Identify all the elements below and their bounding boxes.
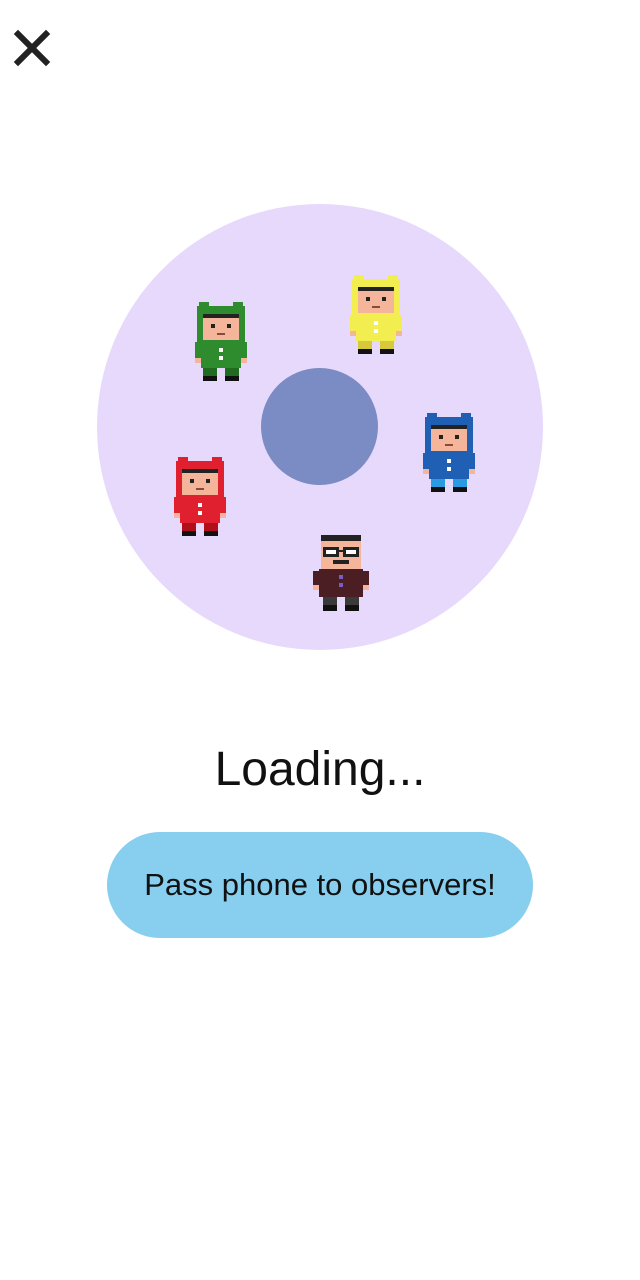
close-button[interactable]: [8, 24, 56, 72]
loading-text: Loading...: [214, 743, 426, 796]
red-character: [172, 457, 228, 537]
green-frog-character: [193, 302, 249, 382]
yellow-character: [348, 275, 404, 355]
close-icon: [13, 29, 51, 67]
wheel-center: [261, 368, 378, 485]
loading-screen: Loading... Pass phone to observers!: [0, 0, 640, 1280]
pass-phone-button[interactable]: Pass phone to observers!: [107, 832, 533, 938]
pass-phone-label: Pass phone to observers!: [144, 867, 496, 902]
blue-character: [421, 413, 477, 493]
glasses-man-character: [313, 533, 369, 613]
